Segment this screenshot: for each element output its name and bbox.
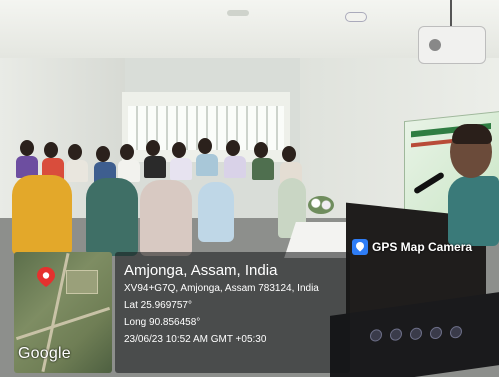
gps-map-camera-icon [352,239,368,255]
address-line: XV94+G7Q, Amjonga, Assam 783124, India [124,283,319,294]
audience-head [172,142,186,158]
projector-lens [429,39,441,51]
audience-shirt [144,156,166,178]
projector [418,26,486,64]
google-brand-label: Google [18,345,71,362]
audience-shirt [252,158,274,180]
audience-shirt [224,156,246,178]
attendee-yellow-saree [12,175,72,255]
timestamp-line: 23/06/23 10:52 AM GMT +05:30 [124,334,267,345]
audience-head [120,144,134,160]
audience-shirt [170,158,192,180]
audience-head [20,140,34,156]
audience-shirt [196,154,218,176]
speaker-body [448,176,499,246]
flower-vase [308,196,334,214]
longitude-line: Long 90.856458° [124,317,201,328]
audience-head [96,146,110,162]
mixer-knob [410,326,422,341]
latitude-line: Lat 25.969757° [124,300,192,311]
photo-frame: GPS Map Camera Google Amjonga, Assam, In… [0,0,499,377]
map-road [15,306,111,341]
audience-head [254,142,268,158]
location-title: Amjonga, Assam, India [124,262,278,279]
audience-head [282,146,296,162]
audience-head [198,138,212,154]
audience-shirt [66,160,88,182]
audience-head [226,140,240,156]
mixer-knob [370,328,382,343]
map-pin-icon [37,267,55,287]
speaker-hair [452,124,492,144]
audience-head [146,140,160,156]
attendee-blue-dress [198,182,234,242]
gps-map-camera-badge: GPS Map Camera [352,238,472,256]
ceiling-light [346,13,366,21]
audience-head [44,142,58,158]
attendee-green-saree [86,178,138,256]
mixer-knob [430,326,442,340]
map-field [66,270,98,294]
mixer-knob [390,327,402,342]
mixer-knob [450,325,462,340]
ceiling-fan [227,10,249,16]
attendee-light-saree [140,180,192,256]
audience-head [68,144,82,160]
gps-badge-label: GPS Map Camera [372,240,473,254]
